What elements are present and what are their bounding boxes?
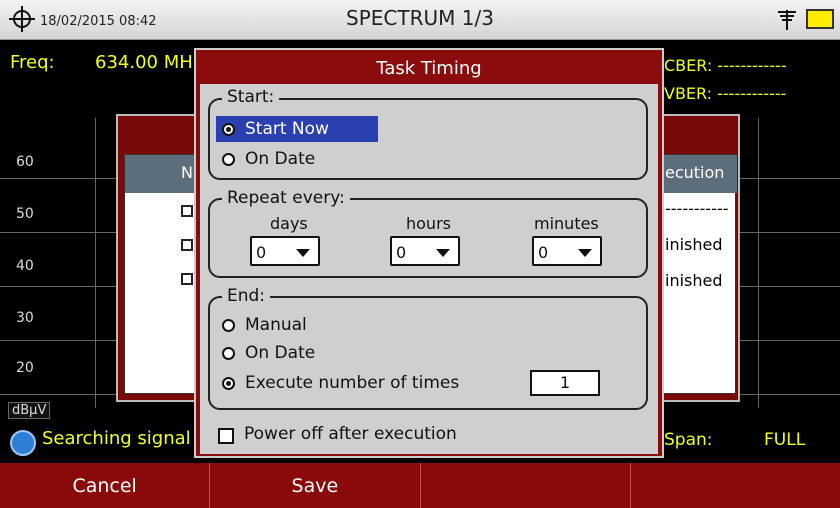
vber-readout: VBER: ------------ <box>664 84 787 103</box>
end-manual-label: Manual <box>245 315 307 335</box>
table-header-execution: ecution <box>665 163 725 182</box>
table-row[interactable]: inished <box>665 271 723 290</box>
end-on-date-label: On Date <box>245 343 316 363</box>
searching-status: Searching signal <box>42 428 191 449</box>
dialog-title: Task Timing <box>376 58 482 79</box>
days-label: days <box>270 214 308 233</box>
task-timing-dialog: Task Timing Start: Start Now On Date Rep… <box>194 48 664 458</box>
minutes-select[interactable]: 0 <box>532 236 602 266</box>
hours-label: hours <box>406 214 451 233</box>
radio-off-icon <box>222 346 235 360</box>
end-manual-option[interactable]: Manual <box>216 312 307 338</box>
grid-line <box>758 118 759 408</box>
chevron-down-icon <box>296 249 310 257</box>
y-tick-label: 20 <box>16 360 34 376</box>
dialog-body: Start: Start Now On Date Repeat every: d… <box>200 84 658 454</box>
softkey-bar: Cancel Save <box>0 463 840 508</box>
power-off-checkbox[interactable] <box>218 428 234 444</box>
power-off-label: Power off after execution <box>244 424 457 444</box>
top-status-bar: 18/02/2015 08:42 SPECTRUM 1/3 <box>0 0 840 40</box>
row-checkbox[interactable] <box>181 273 193 285</box>
radio-on-icon <box>222 376 235 390</box>
cancel-button[interactable]: Cancel <box>0 463 211 508</box>
y-tick-label: 40 <box>16 258 34 274</box>
radio-off-icon <box>222 318 235 332</box>
radio-on-icon <box>222 122 235 136</box>
chevron-down-icon <box>436 249 450 257</box>
y-unit-label: dBμV <box>8 402 51 419</box>
start-now-label: Start Now <box>245 119 329 139</box>
y-tick-label: 50 <box>16 206 34 222</box>
antenna-icon <box>778 10 796 30</box>
minutes-value: 0 <box>538 243 549 262</box>
end-group-label: End: <box>222 286 271 306</box>
start-on-date-option[interactable]: On Date <box>216 146 315 172</box>
table-row[interactable]: inished <box>665 235 723 254</box>
hours-select[interactable]: 0 <box>390 236 460 266</box>
freq-value: 634.00 MH <box>95 52 193 73</box>
repeat-group-label: Repeat every: <box>222 188 350 208</box>
start-on-date-label: On Date <box>245 149 316 169</box>
chevron-down-icon <box>578 249 592 257</box>
span-value: FULL <box>764 430 806 450</box>
search-icon <box>10 430 36 456</box>
end-execute-times-option[interactable]: Execute number of times <box>216 370 459 396</box>
hours-value: 0 <box>396 243 407 262</box>
row-checkbox[interactable] <box>181 239 193 251</box>
table-header-name: N <box>181 163 193 182</box>
end-on-date-option[interactable]: On Date <box>216 340 315 366</box>
radio-off-icon <box>222 152 235 166</box>
minutes-label: minutes <box>534 214 599 233</box>
start-now-option[interactable]: Start Now <box>216 116 378 142</box>
freq-label: Freq: <box>10 52 55 73</box>
softkey-3[interactable] <box>421 463 631 508</box>
y-tick-label: 60 <box>16 154 34 170</box>
days-select[interactable]: 0 <box>250 236 320 266</box>
start-group-label: Start: <box>222 87 280 107</box>
grid-line <box>95 118 96 408</box>
y-tick-label: 30 <box>16 310 34 326</box>
cber-readout: CBER: ------------ <box>664 56 787 75</box>
span-label: Span: <box>664 430 713 450</box>
battery-icon <box>806 9 834 29</box>
softkey-4[interactable] <box>631 463 840 508</box>
row-checkbox[interactable] <box>181 205 193 217</box>
table-row[interactable]: ----------- <box>665 199 729 218</box>
end-execute-times-label: Execute number of times <box>245 373 460 393</box>
page-title: SPECTRUM 1/3 <box>346 6 494 30</box>
save-button[interactable]: Save <box>210 463 421 508</box>
days-value: 0 <box>256 243 267 262</box>
execute-times-input[interactable]: 1 <box>530 370 600 396</box>
